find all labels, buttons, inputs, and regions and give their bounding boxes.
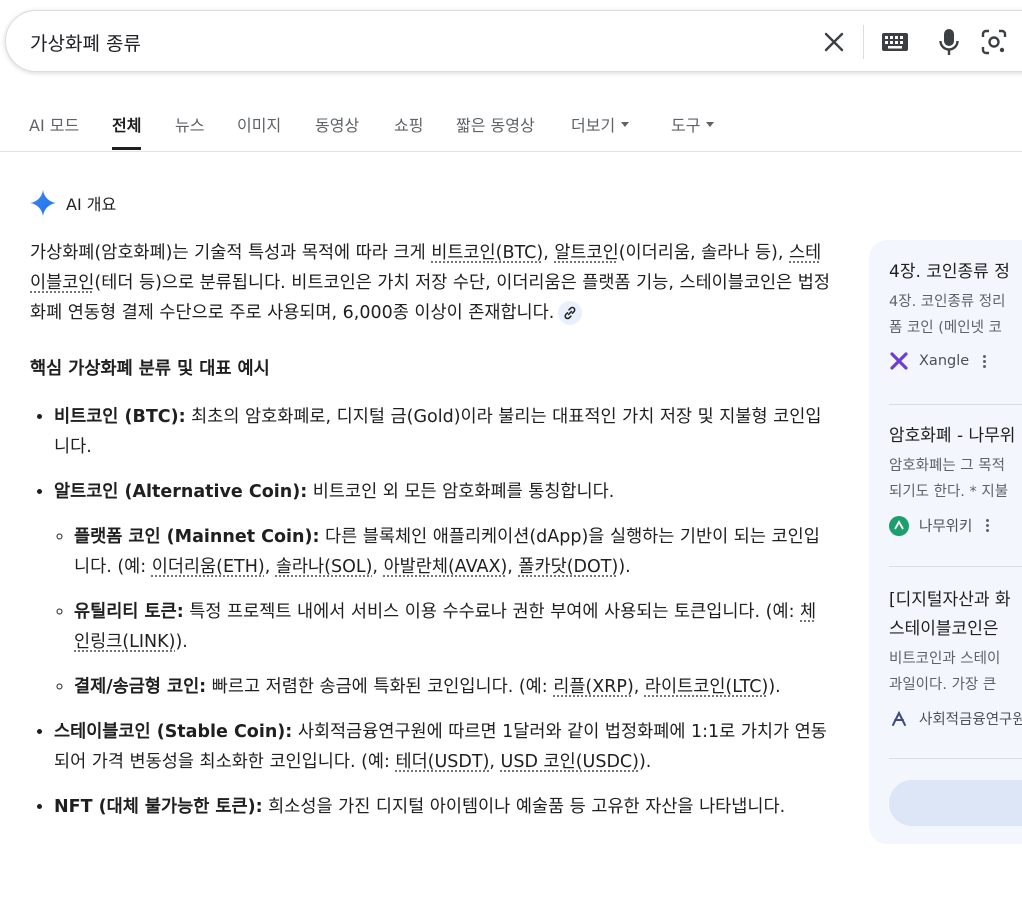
search-tabs: AI 모드 전체 뉴스 이미지 동영상 쇼핑 짧은 동영상 더보기 도구 [0,100,1022,152]
tab-shopping[interactable]: 쇼핑 [394,112,423,150]
entity-link[interactable]: 아발란체(AVAX) [384,557,508,577]
tab-images[interactable]: 이미지 [237,112,281,150]
coin-category-list: 비트코인 (BTC): 최초의 암호화폐로, 디지털 금(Gold)이라 불리는… [30,402,830,822]
source-card-snippet: 암호화폐는 그 목적 되기도 한다. * 지불 [889,458,1009,500]
social-finance-logo-icon [889,709,909,729]
xangle-logo-icon [889,351,909,371]
entity-link[interactable]: 이더리움(ETH) [152,557,265,577]
source-card-title[interactable]: [디지털자산과 화 스테이블코인은 [889,586,1022,644]
source-card-title[interactable]: 4장. 코인종류 정 [889,258,1022,287]
tab-ai-mode[interactable]: AI 모드 [29,112,79,150]
microphone-icon [939,29,959,55]
source-card-snippet: 비트코인과 스테이 과일이다. 가장 큰 [889,651,1001,693]
list-item: 플랫폼 코인 (Mainnet Coin): 다른 블록체인 애플리케이션(dA… [74,522,830,582]
show-all-sources-button[interactable] [889,780,1022,826]
entity-link[interactable]: 알트코인 [554,243,618,263]
voice-search-button[interactable] [934,26,964,58]
search-bar-divider [863,25,864,59]
source-card-snippet: 4장. 코인종류 정리 폼 코인 (메인넷 코 [889,294,1006,336]
entity-link[interactable]: USD 코인(USDC) [501,752,639,772]
ai-overview-header: AI 개요 [30,190,116,216]
ai-overview-title: AI 개요 [66,195,117,214]
image-search-button[interactable] [979,27,1009,57]
sources-panel: 4장. 코인종류 정 4장. 코인종류 정리 폼 코인 (메인넷 코 Xangl… [869,240,1022,844]
source-card-site: 사회적금융연구원 [889,708,1022,729]
divider [889,758,1022,759]
ai-overview-content: 가상화폐(암호화폐)는 기술적 특성과 목적에 따라 크게 비트코인(BTC),… [30,238,830,837]
entity-link[interactable]: 라이트코인(LTC) [645,677,768,697]
list-item: NFT (대체 불가능한 토큰): 희소성을 가진 디지털 아이템이나 예술품 … [54,792,830,822]
entity-link[interactable]: 리플(XRP) [553,677,634,697]
entity-link[interactable]: 테더(USDT) [395,752,489,772]
altcoin-sub-list: 플랫폼 코인 (Mainnet Coin): 다른 블록체인 애플리케이션(dA… [54,522,830,702]
divider [889,404,1022,405]
list-item: 비트코인 (BTC): 최초의 암호화폐로, 디지털 금(Gold)이라 불리는… [54,402,830,462]
list-item: 결제/송금형 코인: 빠르고 저렴한 송금에 특화된 코인입니다. (예: 리플… [74,672,830,702]
list-item: 유틸리티 토큰: 특정 프로젝트 내에서 서비스 이용 수수료나 권한 부여에 … [74,597,830,657]
virtual-keyboard-button[interactable] [880,28,910,56]
source-link-button[interactable] [558,301,583,325]
source-card-title[interactable]: 암호화폐 - 나무위 [889,422,1022,451]
namuwiki-logo-icon [889,515,909,536]
tab-all[interactable]: 전체 [112,112,142,150]
tab-short-videos[interactable]: 짧은 동영상 [456,112,535,150]
tab-news[interactable]: 뉴스 [175,112,204,150]
caret-down-icon [706,122,715,127]
source-card-site: Xangle [889,351,1022,371]
more-options-icon[interactable] [983,354,987,368]
tab-more[interactable]: 더보기 [571,112,630,150]
section-heading: 핵심 가상화폐 분류 및 대표 예시 [30,359,270,379]
entity-link[interactable]: 솔라나(SOL) [276,557,373,577]
source-card[interactable]: [디지털자산과 화 스테이블코인은 비트코인과 스테이 과일이다. 가장 큰 사… [889,586,1022,729]
search-input[interactable]: 가상화폐 종류 [30,29,141,56]
source-card-site: 나무위키 [889,515,1022,536]
camera-lens-icon [981,29,1007,55]
search-bar[interactable]: 가상화폐 종류 [5,10,1022,72]
list-item: 스테이블코인 (Stable Coin): 사회적금융연구원에 따르면 1달러와… [54,717,830,777]
ai-overview-intro: 가상화폐(암호화폐)는 기술적 특성과 목적에 따라 크게 비트코인(BTC),… [30,243,830,325]
entity-link[interactable]: 비트코인(BTC) [431,243,543,263]
gemini-sparkle-icon [30,190,56,216]
caret-down-icon [621,122,630,127]
clear-search-button[interactable] [820,28,848,56]
close-icon [824,32,844,52]
keyboard-icon [882,33,908,51]
tab-videos[interactable]: 동영상 [315,112,359,150]
divider [889,566,1022,567]
more-options-icon[interactable] [986,519,990,532]
entity-link[interactable]: 폴카닷(DOT) [518,557,618,577]
tab-tools[interactable]: 도구 [671,112,715,150]
link-icon [564,306,576,320]
source-card[interactable]: 4장. 코인종류 정 4장. 코인종류 정리 폼 코인 (메인넷 코 Xangl… [889,258,1022,371]
source-card[interactable]: 암호화폐 - 나무위 암호화폐는 그 목적 되기도 한다. * 지불 나무위키 [889,422,1022,536]
list-item: 알트코인 (Alternative Coin): 비트코인 외 모든 암호화폐를… [54,477,830,702]
